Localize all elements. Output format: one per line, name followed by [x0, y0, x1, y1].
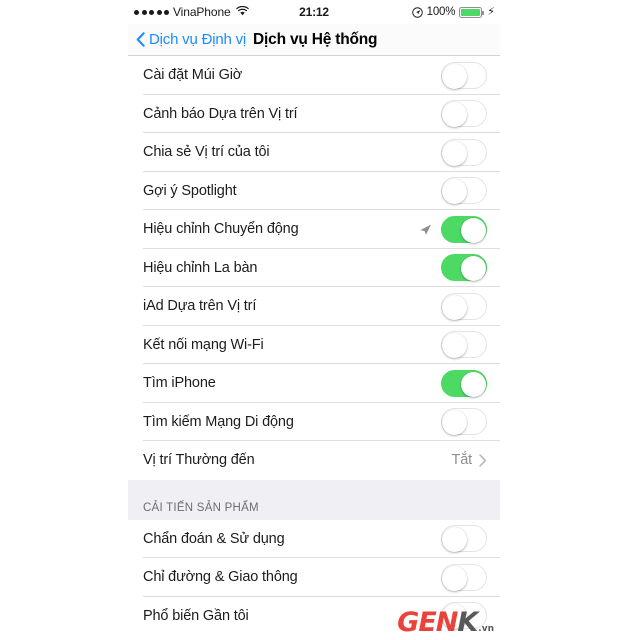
table-row[interactable]: Phổ biến Gần tôi: [128, 596, 500, 635]
settings-group-system-services: Cài đặt Múi Giờ Cảnh báo Dựa trên Vị trí…: [128, 56, 500, 480]
row-label: Kết nối mạng Wi-Fi: [143, 336, 264, 353]
row-accessory: [441, 525, 487, 553]
table-row[interactable]: Chỉ đường & Giao thông: [128, 558, 500, 597]
chevron-left-icon: [136, 32, 145, 47]
row-accessory: [441, 61, 487, 89]
table-row[interactable]: Tìm kiếm Mạng Di động: [128, 402, 500, 441]
toggle-switch[interactable]: [441, 369, 487, 397]
battery-percentage: 100%: [426, 6, 456, 18]
row-accessory: [441, 331, 487, 359]
page-title: Dịch vụ Hệ thống: [253, 30, 378, 48]
row-accessory: [441, 100, 487, 128]
row-accessory: [441, 563, 487, 591]
row-label: Hiệu chỉnh Chuyển động: [143, 221, 299, 238]
row-accessory: [441, 254, 487, 282]
row-accessory: [441, 292, 487, 320]
toggle-switch[interactable]: [441, 100, 487, 128]
toggle-switch[interactable]: [441, 177, 487, 205]
table-row[interactable]: Hiệu chỉnh Chuyển động: [128, 210, 500, 249]
row-label: Chia sẻ Vị trí của tôi: [143, 144, 270, 161]
back-button[interactable]: Dịch vụ Định vị: [136, 31, 246, 48]
table-row[interactable]: Chia sẻ Vị trí của tôi: [128, 133, 500, 172]
row-accessory: [419, 215, 487, 243]
toggle-switch[interactable]: [441, 602, 487, 630]
table-row[interactable]: Kết nối mạng Wi-Fi: [128, 325, 500, 364]
location-arrow-icon: [419, 223, 432, 236]
row-accessory: [441, 408, 487, 436]
toggle-switch[interactable]: [441, 254, 487, 282]
toggle-switch[interactable]: [441, 215, 487, 243]
toggle-switch[interactable]: [441, 292, 487, 320]
table-row[interactable]: Cài đặt Múi Giờ: [128, 56, 500, 95]
table-row[interactable]: Gợi ý Spotlight: [128, 171, 500, 210]
toggle-switch[interactable]: [441, 408, 487, 436]
toggle-switch[interactable]: [441, 563, 487, 591]
row-accessory: Tắt: [452, 452, 488, 468]
row-value: Tắt: [451, 452, 473, 469]
phone-screen: VinaPhone 21:12 100% ⚡ Dịch vụ Định vị D…: [128, 0, 500, 640]
row-label: Tìm iPhone: [143, 375, 216, 392]
toggle-switch[interactable]: [441, 61, 487, 89]
row-label: iAd Dựa trên Vị trí: [143, 298, 257, 315]
status-bar-right: 100% ⚡: [411, 5, 495, 18]
row-label: Chẩn đoán & Sử dụng: [143, 530, 285, 547]
toggle-switch[interactable]: [441, 331, 487, 359]
section-header-product-improvement: CẢI TIẾN SẢN PHẨM: [128, 479, 500, 520]
table-row[interactable]: Vị trí Thường đến Tắt: [128, 441, 500, 480]
table-row[interactable]: Cảnh báo Dựa trên Vị trí: [128, 94, 500, 133]
status-bar: VinaPhone 21:12 100% ⚡: [128, 0, 500, 24]
row-label: Chỉ đường & Giao thông: [143, 569, 298, 586]
row-accessory: [441, 138, 487, 166]
toggle-switch[interactable]: [441, 525, 487, 553]
row-accessory: [441, 369, 487, 397]
row-label: Tìm kiếm Mạng Di động: [143, 413, 294, 430]
back-button-label: Dịch vụ Định vị: [149, 31, 247, 48]
navigation-bar: Dịch vụ Định vị Dịch vụ Hệ thống: [128, 24, 500, 56]
settings-group-product-improvement: Chẩn đoán & Sử dụng Chỉ đường & Giao thô…: [128, 519, 500, 635]
row-label: Phổ biến Gần tôi: [143, 607, 249, 624]
row-label: Vị trí Thường đến: [143, 452, 255, 469]
row-label: Cảnh báo Dựa trên Vị trí: [143, 105, 298, 122]
lightning-bolt-icon: ⚡: [487, 5, 495, 18]
row-label: Gợi ý Spotlight: [143, 182, 237, 199]
row-accessory: [441, 177, 487, 205]
location-services-icon: [411, 6, 423, 18]
toggle-switch[interactable]: [441, 138, 487, 166]
table-row[interactable]: Chẩn đoán & Sử dụng: [128, 519, 500, 558]
battery-icon: [459, 6, 485, 18]
row-accessory: [441, 602, 487, 630]
table-row[interactable]: Hiệu chỉnh La bàn: [128, 248, 500, 287]
table-row[interactable]: Tìm iPhone: [128, 364, 500, 403]
row-label: Cài đặt Múi Giờ: [143, 67, 243, 84]
chevron-right-icon: [479, 454, 487, 467]
row-label: Hiệu chỉnh La bàn: [143, 259, 258, 276]
table-row[interactable]: iAd Dựa trên Vị trí: [128, 287, 500, 326]
